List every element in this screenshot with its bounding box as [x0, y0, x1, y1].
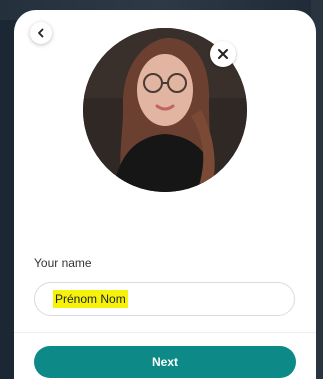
- footer-divider: [14, 332, 316, 333]
- next-button[interactable]: Next: [34, 346, 296, 378]
- name-input[interactable]: Prénom Nom: [34, 282, 295, 316]
- close-icon: [218, 49, 228, 59]
- name-label: Your name: [34, 256, 92, 270]
- back-button[interactable]: [30, 22, 52, 44]
- profile-setup-card: Your name Prénom Nom Next: [14, 10, 316, 379]
- remove-photo-button[interactable]: [210, 41, 236, 67]
- chevron-left-icon: [38, 28, 44, 38]
- name-input-value: Prénom Nom: [53, 290, 128, 308]
